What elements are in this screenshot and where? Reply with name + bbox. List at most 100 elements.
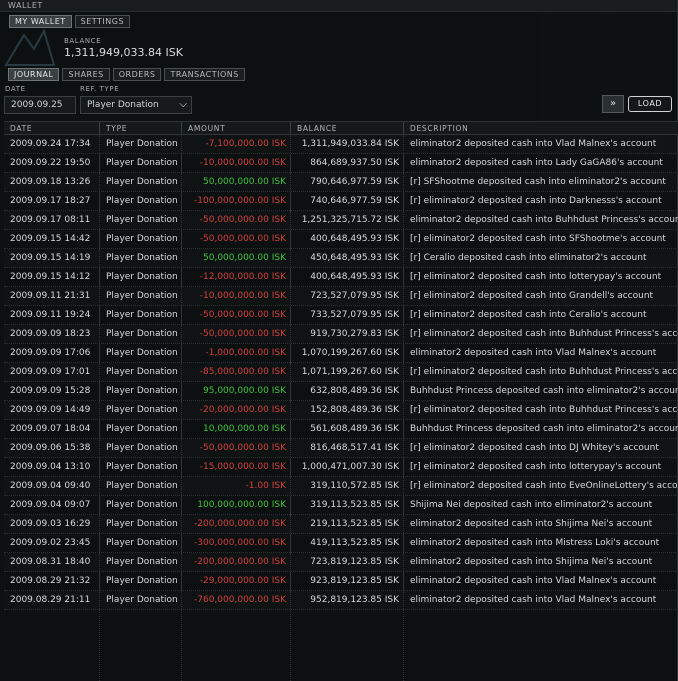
cell-amount: -200,000,000.00 ISK bbox=[182, 515, 291, 533]
cell-description: [r] eliminator2 deposited cash into Buhh… bbox=[410, 367, 678, 377]
cell-balance: 319,110,572.85 ISK bbox=[291, 477, 404, 495]
table-row[interactable]: 2009.09.03 16:29 Player Donation -200,000,… bbox=[4, 515, 678, 534]
table-row[interactable]: 2009.09.09 17:06 Player Donation -1,000,00… bbox=[4, 344, 678, 363]
table-row[interactable]: 2009.08.29 21:32 Player Donation -29,000,0… bbox=[4, 572, 678, 591]
cell-date: 2009.09.02 23:45 bbox=[4, 534, 100, 552]
cell-type: Player Donation bbox=[100, 477, 182, 495]
cell-amount: -200,000,000.00 ISK bbox=[182, 553, 291, 571]
table-row[interactable]: 2009.09.11 19:24 Player Donation -50,000,0… bbox=[4, 306, 678, 325]
table-row[interactable]: 2009.09.04 09:07 Player Donation 100,000,0… bbox=[4, 496, 678, 515]
cell-balance: 632,808,489.36 ISK bbox=[291, 382, 404, 400]
cell-amount: -10,000,000.00 ISK bbox=[182, 287, 291, 305]
cell-amount: -50,000,000.00 ISK bbox=[182, 439, 291, 457]
cell-date: 2009.09.24 17:34 bbox=[4, 135, 100, 153]
column-divider bbox=[181, 135, 182, 681]
chevron-down-icon: ⌵ bbox=[179, 99, 187, 110]
cell-description: [r] eliminator2 deposited cash into lott… bbox=[410, 462, 662, 472]
table-header: DATE TYPE AMOUNT BALANCE DESCRIPTION bbox=[4, 121, 678, 135]
tab-orders[interactable]: ORDERS bbox=[112, 68, 162, 81]
cell-description: eliminator2 deposited cash into Vlad Mal… bbox=[410, 348, 657, 358]
cell-amount: -10,000,000.00 ISK bbox=[182, 154, 291, 172]
table-row[interactable]: 2009.09.02 23:45 Player Donation -300,000,… bbox=[4, 534, 678, 553]
cell-description: eliminator2 deposited cash into Lady GaG… bbox=[410, 158, 663, 168]
cell-date: 2009.09.09 14:49 bbox=[4, 401, 100, 419]
cell-amount: -20,000,000.00 ISK bbox=[182, 401, 291, 419]
column-header-type[interactable]: TYPE bbox=[100, 122, 182, 134]
cell-date: 2009.09.07 18:04 bbox=[4, 420, 100, 438]
cell-type: Player Donation bbox=[100, 344, 182, 362]
table-row[interactable]: 2009.09.15 14:19 Player Donation 50,000,00… bbox=[4, 249, 678, 268]
cell-description: [r] Ceralio deposited cash into eliminat… bbox=[410, 253, 647, 263]
cell-balance: 1,311,949,033.84 ISK bbox=[291, 135, 404, 153]
table-row[interactable]: 2009.09.07 18:04 Player Donation 10,000,00… bbox=[4, 420, 678, 439]
tab-shares[interactable]: SHARES bbox=[62, 68, 110, 81]
table-row[interactable]: 2009.09.24 17:34 Player Donation -7,100,00… bbox=[4, 135, 678, 154]
cell-balance: 1,251,325,715.72 ISK bbox=[291, 211, 404, 229]
cell-balance: 400,648,495.93 ISK bbox=[291, 230, 404, 248]
cell-balance: 219,113,523.85 ISK bbox=[291, 515, 404, 533]
cell-date: 2009.09.06 15:38 bbox=[4, 439, 100, 457]
sub-tabs: JOURNAL SHARES ORDERS TRANSACTIONS bbox=[8, 68, 245, 81]
table-row[interactable]: 2009.09.09 17:01 Player Donation -85,000,0… bbox=[4, 363, 678, 382]
tab-transactions[interactable]: TRANSACTIONS bbox=[164, 68, 245, 81]
journal-table: DATE TYPE AMOUNT BALANCE DESCRIPTION 200… bbox=[4, 121, 678, 681]
wallet-emblem-icon bbox=[4, 28, 56, 66]
cell-date: 2009.09.09 17:01 bbox=[4, 363, 100, 381]
table-row[interactable]: 2009.09.15 14:12 Player Donation -12,000,0… bbox=[4, 268, 678, 287]
table-row[interactable]: 2009.09.18 13:26 Player Donation 50,000,00… bbox=[4, 173, 678, 192]
column-header-amount[interactable]: AMOUNT bbox=[182, 122, 291, 134]
cell-balance: 152,808,489.36 ISK bbox=[291, 401, 404, 419]
load-button[interactable]: LOAD bbox=[628, 96, 672, 112]
cell-amount: 100,000,000.00 ISK bbox=[182, 496, 291, 514]
cell-balance: 923,819,123.85 ISK bbox=[291, 572, 404, 590]
table-row[interactable]: 2009.09.09 18:23 Player Donation -50,000,0… bbox=[4, 325, 678, 344]
table-row[interactable]: 2009.08.29 21:11 Player Donation -760,000,… bbox=[4, 591, 678, 610]
table-row[interactable]: 2009.09.09 14:49 Player Donation -20,000,0… bbox=[4, 401, 678, 420]
cell-amount: -15,000,000.00 ISK bbox=[182, 458, 291, 476]
cell-date: 2009.09.15 14:12 bbox=[4, 268, 100, 286]
cell-description: Buhhdust Princess deposited cash into el… bbox=[410, 386, 678, 396]
ref-type-label: REF. TYPE bbox=[80, 85, 120, 93]
cell-type: Player Donation bbox=[100, 458, 182, 476]
table-row[interactable]: 2009.09.11 21:31 Player Donation -10,000,0… bbox=[4, 287, 678, 306]
cell-description: eliminator2 deposited cash into Shijima … bbox=[410, 557, 653, 567]
cell-balance: 1,070,199,267.60 ISK bbox=[291, 344, 404, 362]
column-header-description[interactable]: DESCRIPTION bbox=[404, 122, 678, 134]
cell-type: Player Donation bbox=[100, 572, 182, 590]
cell-description: [r] eliminator2 deposited cash into SFSh… bbox=[410, 234, 666, 244]
ref-type-select[interactable]: Player Donation ⌵ bbox=[80, 96, 192, 114]
cell-balance: 450,648,495.93 ISK bbox=[291, 249, 404, 267]
table-row[interactable]: 2009.09.06 15:38 Player Donation -50,000,0… bbox=[4, 439, 678, 458]
date-input[interactable]: 2009.09.25 bbox=[4, 96, 76, 114]
cell-amount: -300,000,000.00 ISK bbox=[182, 534, 291, 552]
main-tabs: MY WALLET SETTINGS bbox=[0, 12, 677, 29]
cell-balance: 723,819,123.85 ISK bbox=[291, 553, 404, 571]
cell-amount: 50,000,000.00 ISK bbox=[182, 249, 291, 267]
table-row[interactable]: 2009.09.17 18:27 Player Donation -100,000,… bbox=[4, 192, 678, 211]
next-page-icon[interactable]: » bbox=[602, 95, 624, 113]
column-header-balance[interactable]: BALANCE bbox=[291, 122, 404, 134]
table-row[interactable]: 2009.09.17 08:11 Player Donation -50,000,0… bbox=[4, 211, 678, 230]
cell-amount: 50,000,000.00 ISK bbox=[182, 173, 291, 191]
cell-description: [r] eliminator2 deposited cash into Gran… bbox=[410, 291, 654, 301]
cell-balance: 919,730,279.83 ISK bbox=[291, 325, 404, 343]
cell-type: Player Donation bbox=[100, 211, 182, 229]
table-row[interactable]: 2009.09.09 15:28 Player Donation 95,000,00… bbox=[4, 382, 678, 401]
table-row[interactable]: 2009.09.22 19:50 Player Donation -10,000,0… bbox=[4, 154, 678, 173]
wallet-window: WALLET MY WALLET SETTINGS BALANCE 1,311,… bbox=[0, 0, 678, 681]
table-row[interactable]: 2009.09.04 09:40 Player Donation -1.00 ISK… bbox=[4, 477, 678, 496]
cell-amount: -50,000,000.00 ISK bbox=[182, 211, 291, 229]
table-row[interactable]: 2009.09.15 14:42 Player Donation -50,000,0… bbox=[4, 230, 678, 249]
tab-journal[interactable]: JOURNAL bbox=[8, 68, 60, 81]
window-title: WALLET bbox=[0, 0, 677, 12]
table-row[interactable]: 2009.08.31 18:40 Player Donation -200,000,… bbox=[4, 553, 678, 572]
table-row[interactable]: 2009.09.04 13:10 Player Donation -15,000,0… bbox=[4, 458, 678, 477]
tab-settings[interactable]: SETTINGS bbox=[74, 15, 131, 28]
cell-amount: -50,000,000.00 ISK bbox=[182, 325, 291, 343]
cell-amount: -1.00 ISK bbox=[182, 477, 291, 495]
cell-balance: 740,646,977.59 ISK bbox=[291, 192, 404, 210]
cell-type: Player Donation bbox=[100, 287, 182, 305]
cell-date: 2009.09.17 18:27 bbox=[4, 192, 100, 210]
cell-date: 2009.09.09 18:23 bbox=[4, 325, 100, 343]
column-header-date[interactable]: DATE bbox=[4, 122, 100, 134]
